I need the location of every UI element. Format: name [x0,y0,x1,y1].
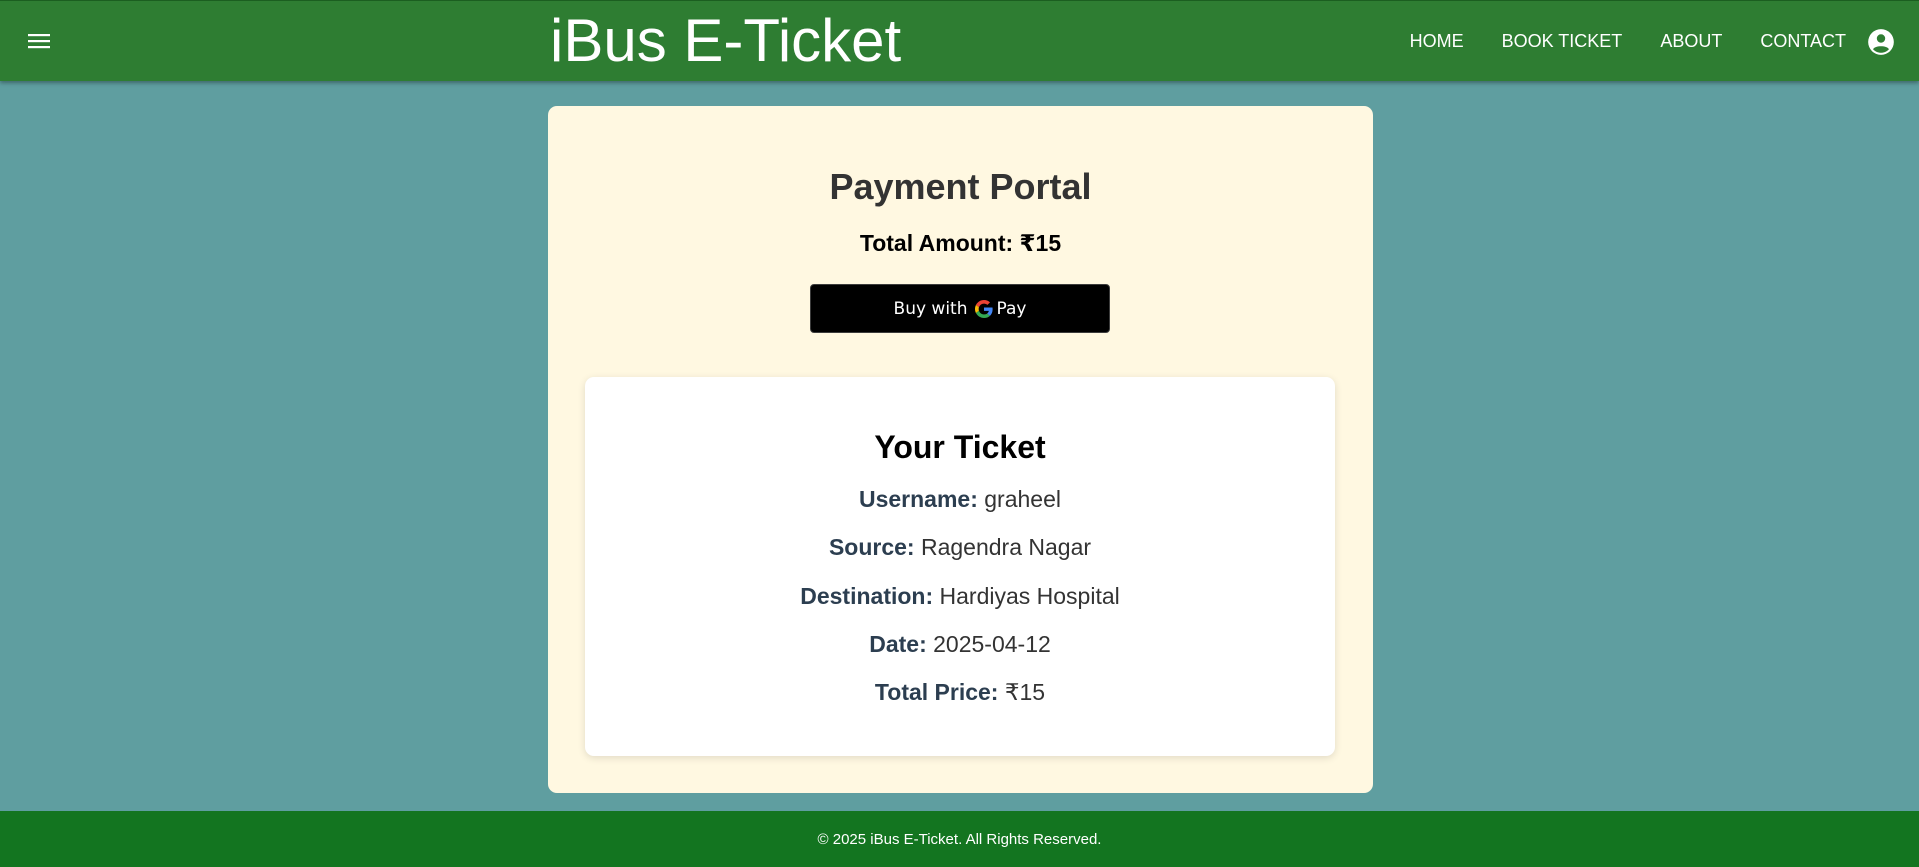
ticket-date-label: Date: [869,631,927,657]
ticket-price-label: Total Price: [874,679,999,705]
gpay-button-prefix: Buy with [893,298,968,319]
ticket-price-row: Total Price: ₹15 [585,679,1335,706]
ticket-date-value: 2025-04-12 [933,631,1051,657]
nav-book-ticket-link[interactable]: BOOK TICKET [1502,31,1623,52]
ticket-username-value: graheel [984,486,1061,512]
site-title: iBus E-Ticket [550,7,902,74]
ticket-destination-label: Destination: [800,583,934,609]
ticket-destination-row: Destination: Hardiyas Hospital [585,583,1335,610]
top-navbar: iBus E-Ticket HOME BOOK TICKET ABOUT CON… [0,0,1919,81]
hamburger-menu-icon[interactable] [26,29,52,53]
total-amount-value: ₹15 [1019,230,1062,256]
ticket-price-value: ₹15 [1004,679,1046,705]
ticket-card: Your Ticket Username: graheel Source: Ra… [585,377,1335,756]
payment-title: Payment Portal [829,166,1092,207]
ticket-source-label: Source: [828,534,915,560]
ticket-destination-value: Hardiyas Hospital [939,583,1120,609]
ticket-source-value: Ragendra Nagar [920,534,1092,560]
ticket-username-row: Username: graheel [585,486,1335,513]
google-pay-button[interactable]: Buy with Pay [810,284,1110,333]
gpay-button-brand: Pay [996,298,1027,319]
total-amount: Total Amount: ₹15 [548,230,1373,257]
ticket-title: Your Ticket [874,429,1046,465]
nav-home-link[interactable]: HOME [1410,31,1464,52]
google-g-icon [974,299,993,318]
total-amount-label: Total Amount: [859,230,1014,256]
account-circle-icon[interactable] [1867,28,1895,56]
ticket-source-row: Source: Ragendra Nagar [585,534,1335,561]
main-nav: HOME BOOK TICKET ABOUT CONTACT [1410,1,1846,82]
ticket-date-row: Date: 2025-04-12 [585,631,1335,658]
ticket-username-label: Username: [858,486,978,512]
nav-contact-link[interactable]: CONTACT [1760,31,1846,52]
payment-card: Payment Portal Total Amount: ₹15 Buy wit… [548,106,1373,793]
nav-about-link[interactable]: ABOUT [1660,31,1722,52]
page-footer: © 2025 iBus E-Ticket. All Rights Reserve… [0,811,1919,867]
footer-copyright: © 2025 iBus E-Ticket. All Rights Reserve… [817,830,1102,848]
